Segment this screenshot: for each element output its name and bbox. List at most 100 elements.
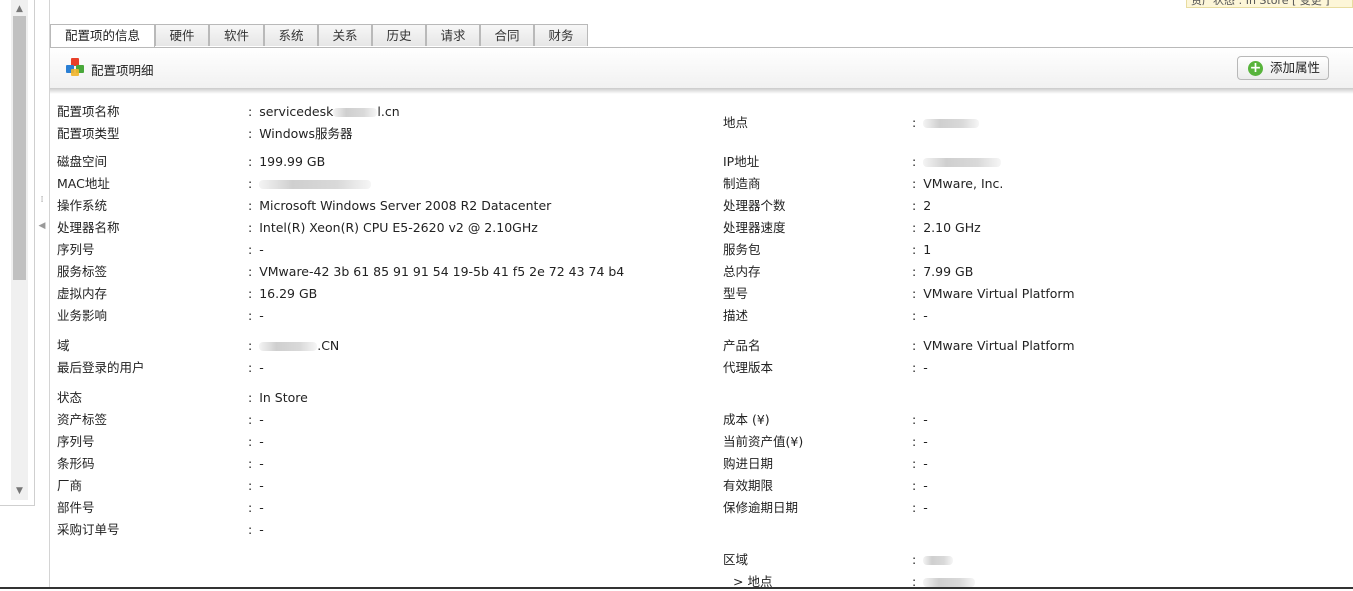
tab-relations[interactable]: 关系 [318,24,372,46]
field-label: 序列号 [57,434,95,449]
field-value: :- [912,360,928,375]
field-value-region: : [912,551,954,569]
field-label: 成本 (¥) [723,412,770,427]
field-value: :199.99 GB [248,154,326,169]
field-label: 磁盘空间 [57,154,108,169]
field-value: :- [912,412,928,427]
header-shadow [50,88,1353,94]
field-value: :2 [912,198,932,213]
redacted-mark [923,578,976,587]
field-value: :- [912,500,928,515]
field-label: 序列号 [57,242,95,257]
field-label: 采购订单号 [57,522,120,537]
left-panel: ▲ ▼ [0,0,35,506]
field-label: 代理版本 [723,360,774,375]
field-value: :7.99 GB [912,264,974,279]
field-label: 条形码 [57,456,95,471]
field-label: 型号 [723,286,749,301]
field-label: 部件号 [57,500,95,515]
field-label: 配置项类型 [57,126,120,141]
tab-ci-info[interactable]: 配置项的信息 [50,24,155,48]
field-value: :- [248,500,264,515]
field-value: :16.29 GB [248,286,318,301]
field-value: :- [912,434,928,449]
scroll-up-icon[interactable]: ▲ [11,2,28,16]
redacted-mark [259,180,372,189]
tab-contracts[interactable]: 合同 [480,24,534,46]
field-value: :- [912,308,928,323]
scroll-down-icon[interactable]: ▼ [11,484,28,498]
field-label: 处理器个数 [723,198,786,213]
field-value: :- [248,412,264,427]
field-value: :2.10 GHz [912,220,981,235]
field-label: MAC地址 [57,176,110,191]
field-label: 制造商 [723,176,761,191]
field-value-ip: : [912,153,1002,171]
field-value: :- [912,456,928,471]
field-label: 厂商 [57,478,83,493]
redacted-mark [923,119,980,128]
field-label: 区域 [723,552,749,567]
tab-finance[interactable]: 财务 [534,24,588,46]
field-value-mac: : [248,175,372,193]
field-label: 产品名 [723,338,761,353]
panel-splitter[interactable]: ⁞◀ [36,0,48,589]
field-value-location: : [912,114,980,132]
field-label: 最后登录的用户 [57,360,145,375]
field-value: :- [248,456,264,471]
detail-header [50,48,1353,88]
field-value: : Microsoft Windows Server 2008 R2 Datace… [248,198,552,213]
field-value: :- [248,434,264,449]
field-label: 操作系统 [57,198,108,213]
tab-history[interactable]: 历史 [372,24,426,46]
field-value-domain: : .CN [248,338,340,353]
field-value: : VMware, Inc. [912,176,1004,191]
field-value: : VMware Virtual Platform [912,338,1075,353]
add-attribute-button[interactable]: + 添加属性 [1237,56,1329,80]
collapse-handle-icon[interactable]: ⁞◀ [38,187,46,231]
vertical-scrollbar[interactable]: ▲ ▼ [11,0,28,500]
tab-system[interactable]: 系统 [264,24,318,46]
field-label: 地点 [723,115,749,130]
redacted-mark [923,158,1002,167]
status-note: 资产状态 : In Store [ 变更 ] [1186,0,1353,8]
field-label: 有效期限 [723,478,774,493]
field-label: 业务影响 [57,308,108,323]
redacted-mark [923,556,954,565]
field-label: 总内存 [723,264,761,279]
field-value: : VMware Virtual Platform [912,286,1075,301]
field-value: : VMware-42 3b 61 85 91 91 54 19-5b 41 f5… [248,264,625,279]
field-label: 状态 [57,390,83,405]
field-value: :1 [912,242,932,257]
field-label: 资产标签 [57,412,108,427]
field-label: IP地址 [723,154,760,169]
field-value: :- [248,478,264,493]
field-label: 处理器速度 [723,220,786,235]
field-label: 域 [57,338,70,353]
tab-software[interactable]: 软件 [209,24,264,46]
field-value: :- [248,360,264,375]
redacted-mark [259,342,318,351]
add-attribute-label: 添加属性 [1270,60,1321,75]
field-label: 购进日期 [723,456,774,471]
field-value: :- [248,242,264,257]
field-label: 当前资产值(¥) [723,434,804,449]
field-label: 服务包 [723,242,761,257]
cubes-icon [66,58,84,76]
field-value: : Windows服务器 [248,126,353,141]
field-label: 保修逾期日期 [723,500,799,515]
tab-requests[interactable]: 请求 [426,24,480,46]
field-value: : Intel(R) Xeon(R) CPU E5-2620 v2 @ 2.10G… [248,220,538,235]
field-label: 虚拟内存 [57,286,108,301]
scrollbar-thumb[interactable] [13,16,26,280]
field-value: :- [248,522,264,537]
field-value: :- [912,478,928,493]
field-value-ci-name: : servicedesk l.cn [248,104,400,119]
field-value: :- [248,308,264,323]
plus-icon: + [1248,60,1263,76]
field-label: 配置项名称 [57,104,120,119]
redacted-mark [333,108,378,117]
field-value: : In Store [248,390,308,405]
field-label: 处理器名称 [57,220,120,235]
tab-hardware[interactable]: 硬件 [155,24,209,46]
